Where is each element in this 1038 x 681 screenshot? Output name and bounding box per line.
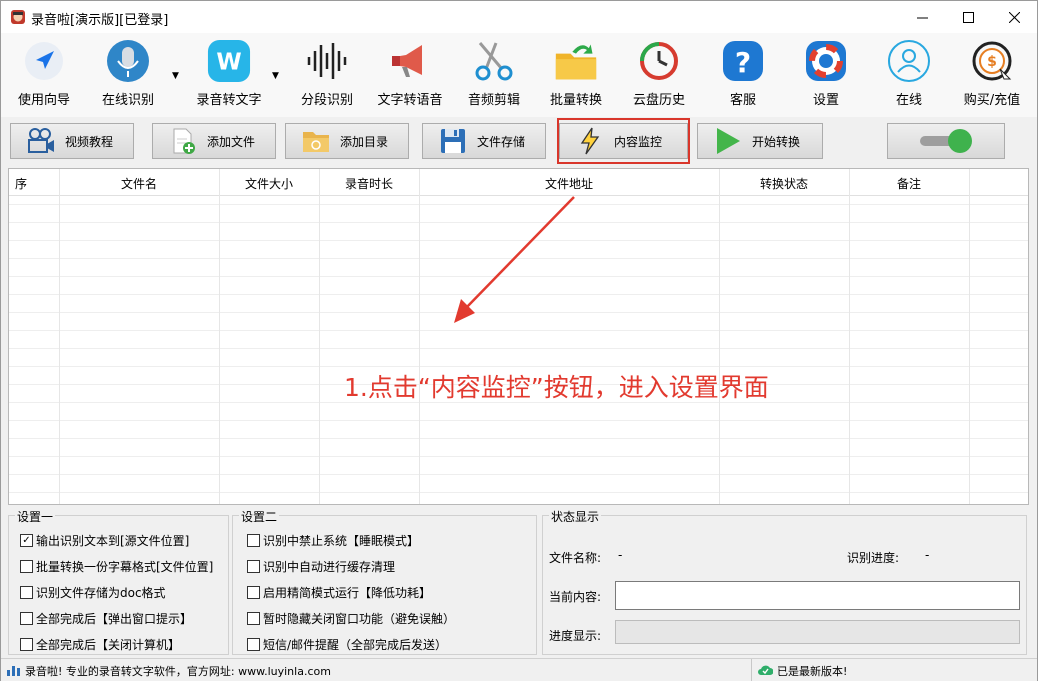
version-status: 已是最新版本! — [777, 665, 848, 678]
checkbox-batch-subtitle[interactable]: 批量转换一份字幕格式[文件位置] — [20, 558, 213, 575]
audio-to-text-dropdown-icon[interactable]: ▼ — [272, 71, 279, 81]
megaphone-icon — [388, 39, 432, 83]
window-title: 录音啦[演示版][已登录] — [31, 13, 169, 28]
lifebuoy-icon — [804, 39, 848, 83]
add-file-button[interactable]: 添加文件 — [152, 123, 276, 159]
settings-group-2: 设置二 识别中禁止系统【睡眠模式】 识别中自动进行缓存清理 启用精简模式运行【降… — [232, 508, 537, 655]
title-bar: 录音啦[演示版][已登录] — [1, 1, 1037, 33]
toggle-switch-icon — [920, 129, 972, 153]
tool-guide[interactable]: 使用向导 — [14, 39, 74, 108]
header-filesize[interactable]: 文件大小 — [219, 175, 319, 192]
header-filename[interactable]: 文件名 — [59, 175, 219, 192]
checkbox-checked-icon: ✓ — [20, 534, 33, 547]
column-duration — [319, 169, 420, 504]
tool-segment-recognize[interactable]: 分段识别 — [297, 39, 357, 108]
checkbox-sms-email[interactable]: 短信/邮件提醒（全部完成后发送） — [247, 636, 447, 653]
progress-value: - — [925, 548, 930, 562]
microphone-icon — [106, 39, 150, 83]
history-clock-icon — [637, 39, 681, 83]
minimize-icon — [916, 17, 928, 18]
video-tutorial-button[interactable]: 视频教程 — [10, 123, 134, 159]
cloud-check-icon — [758, 665, 773, 675]
folder-arrow-icon — [554, 39, 598, 83]
file-name-label: 文件名称: — [549, 551, 602, 565]
help-question-icon: ? — [721, 39, 765, 83]
tool-text-to-speech[interactable]: 文字转语音 — [374, 39, 446, 108]
tool-settings[interactable]: 设置 — [796, 39, 856, 108]
floppy-disk-icon — [437, 127, 469, 155]
settings-group-2-title: 设置二 — [239, 508, 280, 525]
folder-icon — [300, 127, 332, 155]
settings-group-1-title: 设置一 — [15, 508, 56, 525]
app-logo-icon — [11, 10, 25, 24]
status-group: 状态显示 文件名称: - 识别进度: - 当前内容: 进度显示: — [542, 508, 1027, 655]
checkbox-lite-mode[interactable]: 启用精简模式运行【降低功耗】 — [247, 584, 431, 601]
column-status — [719, 169, 850, 504]
close-button[interactable] — [991, 1, 1037, 33]
add-folder-button[interactable]: 添加目录 — [285, 123, 409, 159]
waveform-icon — [305, 39, 349, 83]
tool-audio-edit[interactable]: 音频剪辑 — [464, 39, 524, 108]
column-filename — [59, 169, 220, 504]
status-group-title: 状态显示 — [549, 508, 602, 525]
checkbox-prevent-sleep[interactable]: 识别中禁止系统【睡眠模式】 — [247, 532, 419, 549]
main-toolbar: 使用向导 在线识别 ▼ W 录音转文字 ▼ 分段识别 文字转语音 音频剪辑 批量… — [1, 33, 1037, 117]
statusbar-divider — [751, 659, 752, 681]
header-status[interactable]: 转换状态 — [719, 175, 849, 192]
progress-bar — [615, 620, 1020, 644]
checkbox-output-to-source[interactable]: ✓ 输出识别文本到[源文件位置] — [20, 532, 189, 549]
annotation-arrow-icon — [454, 196, 575, 323]
checkbox-shutdown-on-done[interactable]: 全部完成后【关闭计算机】 — [20, 636, 180, 653]
tool-batch-convert[interactable]: 批量转换 — [546, 39, 606, 108]
highlight-frame — [557, 118, 690, 164]
tool-online-status[interactable]: 在线 — [879, 39, 939, 108]
header-duration[interactable]: 录音时长 — [319, 175, 419, 192]
current-content-label: 当前内容: — [549, 590, 602, 604]
mode-toggle[interactable] — [887, 123, 1005, 159]
svg-text:W: W — [216, 50, 241, 76]
column-remark — [849, 169, 970, 504]
tool-audio-to-text[interactable]: W 录音转文字 — [193, 39, 265, 108]
svg-text:$: $ — [987, 54, 997, 70]
app-window: 录音啦[演示版][已登录] 使用向导 在线识别 ▼ W 录音转文字 ▼ 分段识别… — [0, 0, 1038, 681]
header-remark[interactable]: 备注 — [849, 175, 969, 192]
online-recognize-dropdown-icon[interactable]: ▼ — [172, 71, 179, 81]
settings-group-1: 设置一 ✓ 输出识别文本到[源文件位置] 批量转换一份字幕格式[文件位置] 识别文… — [8, 508, 229, 655]
column-filesize — [219, 169, 320, 504]
annotation-text: 1.点击“内容监控”按钮，进入设置界面 — [344, 373, 769, 402]
video-camera-icon — [25, 127, 57, 155]
current-content-field[interactable] — [615, 581, 1020, 610]
checkbox-save-doc[interactable]: 识别文件存储为doc格式 — [20, 584, 166, 601]
file-storage-button[interactable]: 文件存储 — [422, 123, 546, 159]
add-file-icon — [167, 127, 199, 155]
maximize-icon — [962, 11, 974, 23]
scissors-icon — [472, 39, 516, 83]
progress-display-label: 进度显示: — [549, 629, 602, 643]
bar-chart-icon — [7, 666, 20, 676]
tool-cloud-history[interactable]: 云盘历史 — [629, 39, 689, 108]
status-bar: 录音啦! 专业的录音转文字软件，官方网址: www.luyinla.com 已是… — [1, 658, 1037, 681]
tool-purchase[interactable]: $ 购买/充值 — [957, 39, 1027, 108]
header-index[interactable]: 序 — [15, 175, 27, 192]
minimize-button[interactable] — [899, 1, 945, 33]
tool-customer-service[interactable]: ? 客服 — [713, 39, 773, 108]
dollar-coin-icon: $ — [970, 39, 1014, 83]
checkbox-hide-close[interactable]: 暂时隐藏关闭窗口功能（避免误触） — [247, 610, 455, 627]
svg-text:?: ? — [735, 46, 751, 79]
checkbox-auto-clear-cache[interactable]: 识别中自动进行缓存清理 — [247, 558, 395, 575]
play-icon — [712, 127, 744, 155]
navigation-arrow-icon — [22, 39, 66, 83]
statusbar-message: 录音啦! 专业的录音转文字软件，官方网址: www.luyinla.com — [25, 665, 331, 678]
user-icon — [887, 39, 931, 83]
progress-label: 识别进度: — [847, 551, 900, 565]
column-index — [9, 169, 60, 504]
checkbox-popup-on-done[interactable]: 全部完成后【弹出窗口提示】 — [20, 610, 192, 627]
header-path[interactable]: 文件地址 — [419, 175, 719, 192]
maximize-button[interactable] — [945, 1, 991, 33]
file-name-value: - — [618, 548, 623, 562]
w-logo-icon: W — [207, 39, 251, 83]
tool-online-recognize[interactable]: 在线识别 — [98, 39, 158, 108]
close-icon — [1008, 11, 1020, 23]
start-convert-button[interactable]: 开始转换 — [697, 123, 823, 159]
